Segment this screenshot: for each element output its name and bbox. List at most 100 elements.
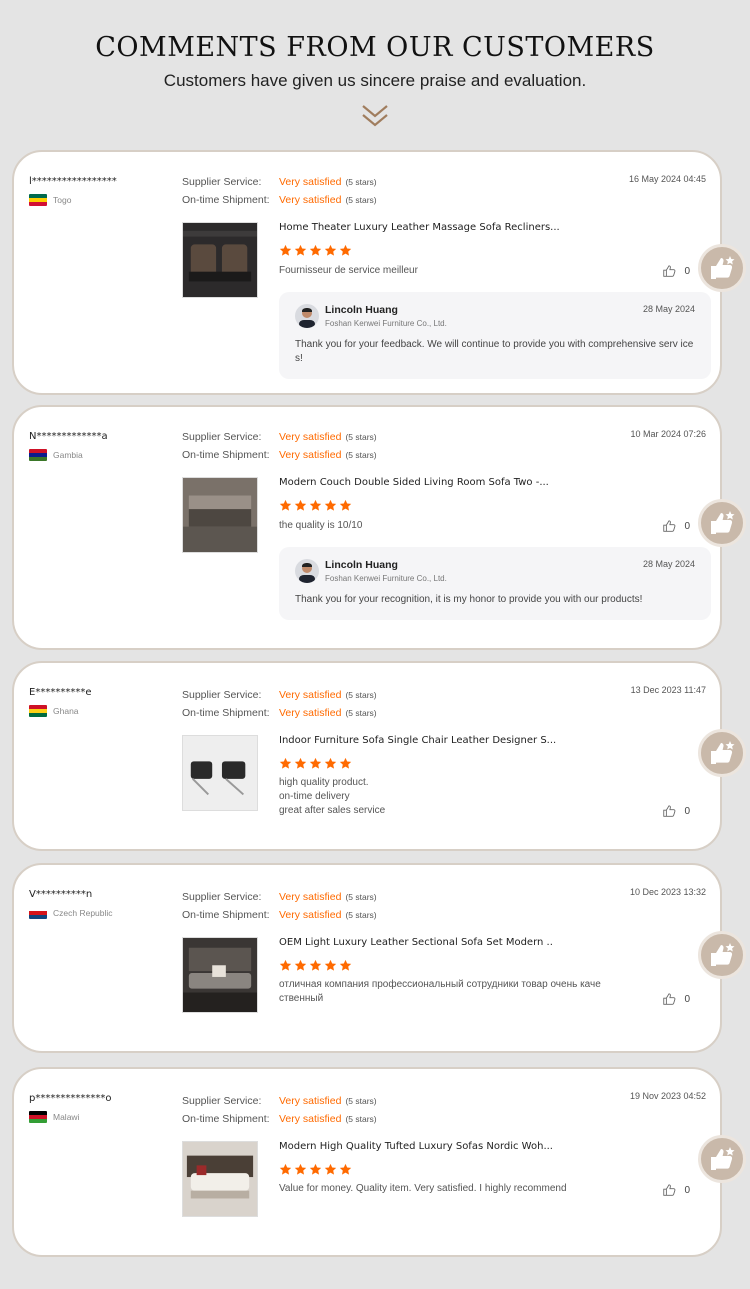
reply-text: Thank you for your recognition, it is my… <box>295 594 643 605</box>
page-header: COMMENTS FROM OUR CUSTOMERS Customers ha… <box>0 0 750 129</box>
product-title[interactable]: Modern High Quality Tufted Luxury Sofas … <box>279 1141 553 1152</box>
flag-icon <box>29 705 47 717</box>
shipment-rating: Very satisfied (5 stars) <box>279 194 377 206</box>
star-icon <box>309 244 322 256</box>
reply-author: Lincoln Huang <box>325 304 398 316</box>
country-name: Malawi <box>53 1112 80 1122</box>
thumbs-up-star-icon <box>711 256 735 279</box>
supplier-reply: Lincoln Huang Foshan Kenwei Furniture Co… <box>279 547 711 620</box>
rating-stars <box>279 499 352 512</box>
supplier-service-rating: Very satisfied (5 stars) <box>279 891 377 903</box>
supplier-service-label: Supplier Service: <box>182 431 262 443</box>
reply-date: 28 May 2024 <box>642 304 695 314</box>
reviewer-country: Togo <box>29 194 71 206</box>
reviewer-country: Czech Republic <box>29 907 113 919</box>
reply-date: 28 May 2024 <box>642 559 695 569</box>
like-button[interactable]: 0 <box>662 1183 690 1197</box>
reviewer-name: p**************o <box>29 1093 112 1104</box>
star-icon <box>294 757 307 769</box>
product-title[interactable]: OEM Light Luxury Leather Sectional Sofa … <box>279 937 553 948</box>
star-icon <box>309 757 322 769</box>
product-thumbnail[interactable] <box>182 1141 258 1217</box>
review-comment: Fournisseur de service meilleur <box>279 265 418 276</box>
supplier-service-label: Supplier Service: <box>182 891 262 903</box>
thumbs-up-badge <box>698 729 746 777</box>
supplier-service-rating: Very satisfied (5 stars) <box>279 1095 377 1107</box>
avatar <box>295 304 319 328</box>
star-icon <box>279 244 292 256</box>
country-name: Czech Republic <box>53 908 113 918</box>
product-thumbnail[interactable] <box>182 222 258 298</box>
shipment-rating: Very satisfied (5 stars) <box>279 449 377 461</box>
country-name: Gambia <box>53 450 83 460</box>
star-icon <box>279 757 292 769</box>
country-name: Ghana <box>53 706 79 716</box>
reviewer-country: Gambia <box>29 449 83 461</box>
like-count: 0 <box>684 520 690 532</box>
flag-icon <box>29 907 47 919</box>
review-card: l***************** Togo Supplier Service… <box>12 150 722 395</box>
review-date: 16 May 2024 04:45 <box>628 174 706 184</box>
review-date: 13 Dec 2023 11:47 <box>630 685 706 695</box>
like-button[interactable]: 0 <box>662 519 690 533</box>
star-icon <box>339 1163 352 1175</box>
rating-stars <box>279 757 352 770</box>
supplier-service-rating: Very satisfied (5 stars) <box>279 176 377 188</box>
reviewer-name: l***************** <box>29 176 117 187</box>
rating-stars <box>279 244 352 257</box>
reviewer-country: Ghana <box>29 705 79 717</box>
star-icon <box>279 499 292 511</box>
supplier-service-rating: Very satisfied (5 stars) <box>279 431 377 443</box>
thumbs-up-star-icon <box>711 943 735 966</box>
like-count: 0 <box>684 993 690 1005</box>
product-title[interactable]: Modern Couch Double Sided Living Room So… <box>279 477 549 488</box>
thumbs-up-star-icon <box>711 1147 735 1170</box>
review-comment: отличная компания профессиональный сотру… <box>279 979 601 1004</box>
review-card: E**********e Ghana Supplier Service: Ver… <box>12 661 722 851</box>
thumbs-up-icon <box>663 993 676 1005</box>
star-icon <box>279 1163 292 1175</box>
rating-stars <box>279 959 352 972</box>
star-icon <box>294 959 307 971</box>
star-icon <box>324 244 337 256</box>
thumbs-up-badge <box>698 499 746 547</box>
product-thumbnail[interactable] <box>182 937 258 1013</box>
review-date: 10 Dec 2023 13:32 <box>629 887 706 897</box>
star-icon <box>294 499 307 511</box>
star-icon <box>309 499 322 511</box>
flag-icon <box>29 1111 47 1123</box>
like-count: 0 <box>684 265 690 277</box>
like-button[interactable]: 0 <box>662 992 690 1006</box>
thumbs-up-badge <box>698 1135 746 1183</box>
like-count: 0 <box>684 805 690 817</box>
product-title[interactable]: Home Theater Luxury Leather Massage Sofa… <box>279 222 560 233</box>
star-icon <box>324 1163 337 1175</box>
star-icon <box>339 244 352 256</box>
thumbs-up-icon <box>663 265 676 277</box>
flag-icon <box>29 194 47 206</box>
shipment-label: On-time Shipment: <box>182 909 270 921</box>
thumbs-up-icon <box>663 520 676 532</box>
avatar <box>295 559 319 583</box>
review-card: V**********n Czech Republic Supplier Ser… <box>12 863 722 1053</box>
review-comment: high quality product. on-time delivery g… <box>279 777 386 816</box>
reviewer-country: Malawi <box>29 1111 79 1123</box>
review-date: 19 Nov 2023 04:52 <box>629 1091 706 1101</box>
product-thumbnail[interactable] <box>182 477 258 553</box>
star-icon <box>294 1163 307 1175</box>
review-date: 10 Mar 2024 07:26 <box>630 429 706 439</box>
page-title: COMMENTS FROM OUR CUSTOMERS <box>95 32 655 63</box>
page-subtitle: Customers have given us sincere praise a… <box>163 71 587 90</box>
supplier-service-label: Supplier Service: <box>182 176 262 188</box>
like-button[interactable]: 0 <box>662 804 690 818</box>
like-button[interactable]: 0 <box>662 264 690 278</box>
thumbs-up-icon <box>663 1184 676 1196</box>
product-title[interactable]: Indoor Furniture Sofa Single Chair Leath… <box>279 735 556 746</box>
shipment-label: On-time Shipment: <box>182 1113 270 1125</box>
star-icon <box>294 244 307 256</box>
supplier-service-label: Supplier Service: <box>182 689 262 701</box>
star-icon <box>339 499 352 511</box>
star-icon <box>339 757 352 769</box>
product-thumbnail[interactable] <box>182 735 258 811</box>
shipment-rating: Very satisfied (5 stars) <box>279 909 377 921</box>
